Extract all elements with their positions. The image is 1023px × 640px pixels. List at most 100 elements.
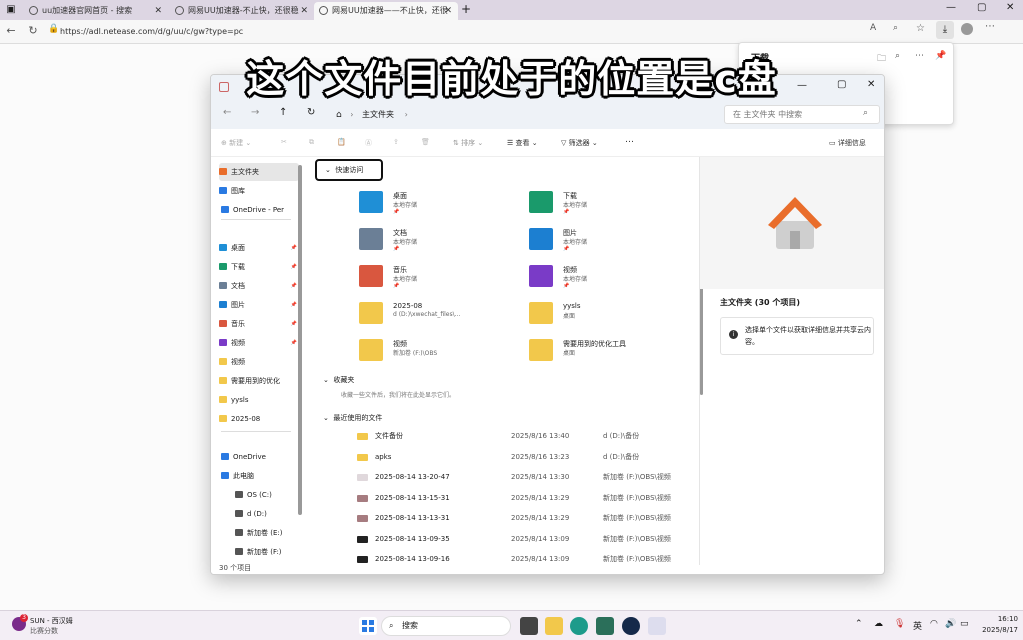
sidebar-item[interactable]: 此电脑 bbox=[221, 467, 301, 485]
sidebar-item[interactable]: 桌面 📌 bbox=[219, 239, 299, 257]
new-tab-icon[interactable]: + bbox=[461, 2, 471, 16]
quick-access-item[interactable]: yysls 桌面 bbox=[529, 300, 689, 334]
minimize-icon[interactable]: — bbox=[946, 2, 956, 13]
store-icon[interactable] bbox=[596, 617, 614, 635]
details-button[interactable]: ▭ 详细信息 bbox=[829, 138, 866, 148]
close-icon[interactable]: ✕ bbox=[154, 2, 162, 20]
sidebar-item[interactable]: 新加卷 (F:) bbox=[235, 543, 315, 561]
quick-access-item[interactable]: 文档 本地存储 📌 bbox=[359, 226, 519, 260]
clock-date[interactable]: 2025/8/17 bbox=[972, 626, 1018, 634]
new-button[interactable]: ⊕ 新建 ⌄ bbox=[221, 138, 251, 148]
ime-indicator[interactable]: 英 bbox=[913, 619, 922, 632]
view-button[interactable]: ☰ 查看 ⌄ bbox=[507, 138, 538, 148]
browser-tab-3[interactable]: 网易UU加速器——不止快，还很 ✕ bbox=[314, 2, 458, 20]
sidebar-item[interactable]: d (D:) bbox=[235, 505, 315, 523]
sidebar-item[interactable]: 视频 📌 bbox=[219, 334, 299, 352]
more-icon[interactable]: ⋯ bbox=[985, 21, 995, 32]
clock-time[interactable]: 16:10 bbox=[982, 615, 1018, 623]
quick-access-item[interactable]: 视频 本地存储 📌 bbox=[529, 263, 689, 297]
sidebar-item[interactable]: 视频 bbox=[219, 353, 299, 371]
close-icon[interactable]: ✕ bbox=[300, 2, 308, 20]
sidebar-item[interactable]: 音乐 📌 bbox=[219, 315, 299, 333]
battery-icon[interactable]: ▭ bbox=[960, 619, 969, 629]
taskbar-search[interactable]: ⌕ 搜索 bbox=[381, 616, 511, 636]
chevron-up-icon[interactable]: ⌃ bbox=[855, 619, 863, 629]
volume-icon[interactable]: 🔊 bbox=[945, 619, 956, 629]
sidebar-item[interactable]: 主文件夹 bbox=[219, 163, 299, 181]
sidebar-item[interactable]: yysls bbox=[219, 391, 299, 409]
sidebar-item[interactable]: 文档 📌 bbox=[219, 277, 299, 295]
lock-icon: 🔒 bbox=[48, 24, 60, 34]
download-icon[interactable]: ⤓ bbox=[936, 21, 954, 39]
breadcrumb-item[interactable]: 主文件夹 bbox=[362, 110, 394, 119]
refresh-icon[interactable]: ↻ bbox=[24, 22, 42, 40]
sidebar-item[interactable]: 图库 bbox=[219, 182, 299, 200]
forward-icon[interactable]: → bbox=[251, 107, 259, 118]
favorites-header[interactable]: ⌄ 收藏夹 bbox=[323, 375, 354, 385]
quick-access-item[interactable]: 视频 新加卷 (F:)\OBS bbox=[359, 337, 519, 371]
sidebar-item[interactable]: 2025-08 bbox=[219, 410, 299, 428]
widget-title[interactable]: SUN - 西汉姆 bbox=[30, 616, 73, 626]
microphone-icon[interactable]: 🎙 bbox=[894, 619, 905, 629]
recent-file-row[interactable]: 2025-08-14 13-15-31 2025/8/14 13:29 新加卷 (F… bbox=[355, 489, 685, 507]
up-icon[interactable]: ↑ bbox=[279, 107, 287, 118]
file-name: 2025-08-14 13-13-31 bbox=[375, 514, 450, 522]
sidebar-item[interactable]: OneDrive - Per bbox=[221, 201, 301, 219]
rename-icon[interactable]: Ⓐ bbox=[365, 138, 372, 148]
folder-icon bbox=[219, 358, 227, 365]
recent-file-row[interactable]: 文件备份 2025/8/16 13:40 d (D:)\备份 bbox=[355, 427, 685, 445]
file-explorer-icon[interactable] bbox=[545, 617, 563, 635]
quick-access-item[interactable]: 音乐 本地存储 📌 bbox=[359, 263, 519, 297]
breadcrumb[interactable]: ⌂ › 主文件夹 › bbox=[336, 106, 716, 124]
recent-file-row[interactable]: 2025-08-14 13-13-31 2025/8/14 13:29 新加卷 (F… bbox=[355, 509, 685, 527]
quick-access-item[interactable]: 下载 本地存储 📌 bbox=[529, 189, 689, 223]
share-icon[interactable]: ⇪ bbox=[393, 138, 399, 146]
browser-tab-1[interactable]: uu加速器官网首页 - 搜索 ✕ bbox=[24, 2, 168, 20]
quick-access-item[interactable]: 需要用到的优化工具 桌面 bbox=[529, 337, 689, 371]
sidebar-item[interactable]: 需要用到的优化 bbox=[219, 372, 299, 390]
filter-button[interactable]: ▽ 筛选器 ⌄ bbox=[561, 138, 598, 148]
quick-access-item[interactable]: 桌面 本地存储 📌 bbox=[359, 189, 519, 223]
sidebar-item[interactable]: OS (C:) bbox=[235, 486, 315, 504]
avatar[interactable] bbox=[961, 23, 973, 35]
url-field[interactable]: https://adl.netease.com/d/g/uu/c/gw?type… bbox=[60, 23, 700, 41]
recent-file-row[interactable]: apks 2025/8/16 13:23 d (D:)\备份 bbox=[355, 448, 685, 466]
search-input[interactable]: 在 主文件夹 中搜索 bbox=[724, 105, 880, 124]
browser-tab-2[interactable]: 网易UU加速器-不止快，还很稳 ✕ bbox=[170, 2, 314, 20]
wifi-icon[interactable]: ◠ bbox=[930, 619, 938, 629]
home-icon bbox=[219, 168, 227, 175]
delete-icon[interactable]: 🗑 bbox=[421, 138, 430, 146]
sidebar-scrollbar[interactable] bbox=[298, 165, 302, 515]
cut-icon[interactable]: ✂ bbox=[281, 138, 287, 146]
more-button[interactable]: … bbox=[625, 135, 634, 145]
sort-button[interactable]: ⇅ 排序 ⌄ bbox=[453, 138, 483, 148]
snipping-tool-icon[interactable] bbox=[648, 617, 666, 635]
cloud-icon[interactable]: ☁ bbox=[874, 619, 883, 629]
tab-actions-icon[interactable]: ▣ bbox=[4, 3, 18, 17]
back-icon[interactable]: ← bbox=[2, 22, 20, 40]
read-aloud-icon[interactable]: A bbox=[870, 23, 876, 33]
sidebar-item[interactable]: OneDrive bbox=[221, 448, 301, 466]
sidebar-item[interactable]: 图片 📌 bbox=[219, 296, 299, 314]
paste-icon[interactable]: 📋 bbox=[337, 138, 346, 146]
start-icon[interactable] bbox=[359, 617, 377, 635]
maximize-icon[interactable]: ▢ bbox=[977, 2, 986, 13]
back-icon[interactable]: ← bbox=[223, 107, 231, 118]
quick-access-header[interactable]: ⌄ 快速访问 bbox=[315, 159, 383, 181]
recent-file-row[interactable]: 2025-08-14 13-20-47 2025/8/14 13:30 新加卷 (F… bbox=[355, 468, 685, 486]
task-view-icon[interactable] bbox=[520, 617, 538, 635]
sidebar-item[interactable]: 新加卷 (E:) bbox=[235, 524, 315, 542]
recent-file-row[interactable]: 2025-08-14 13-09-35 2025/8/14 13:09 新加卷 (F… bbox=[355, 530, 685, 548]
favorite-icon[interactable]: ☆ bbox=[916, 23, 925, 34]
close-icon[interactable]: ✕ bbox=[444, 2, 452, 20]
edge-icon[interactable] bbox=[570, 617, 588, 635]
quick-access-item[interactable]: 图片 本地存储 📌 bbox=[529, 226, 689, 260]
zoom-icon[interactable]: ⌕ bbox=[893, 23, 898, 33]
copy-icon[interactable]: ⧉ bbox=[309, 138, 314, 147]
refresh-icon[interactable]: ↻ bbox=[307, 107, 315, 118]
steam-icon[interactable] bbox=[622, 617, 640, 635]
quick-access-item[interactable]: 2025-08 d (D:)\xwechat_files\... bbox=[359, 300, 519, 334]
close-window-icon[interactable]: ✕ bbox=[1006, 2, 1014, 13]
recent-header[interactable]: ⌄ 最近使用的文件 bbox=[323, 413, 382, 423]
sidebar-item[interactable]: 下载 📌 bbox=[219, 258, 299, 276]
